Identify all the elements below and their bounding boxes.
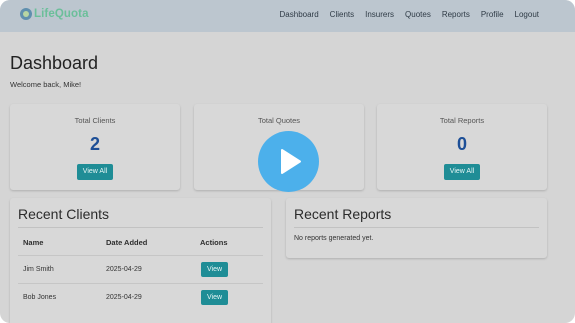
client-date: 2025-04-29 [106,266,142,273]
nav-reports[interactable]: Reports [442,10,470,19]
brand-name: LifeQuota [34,8,89,20]
stat-card-reports: Total Reports 0 View All [377,104,547,190]
brand-logo[interactable]: LifeQuota [20,8,89,20]
logo-icon [20,8,32,20]
nav-logout[interactable]: Logout [515,10,539,19]
nav-quotes[interactable]: Quotes [405,10,431,19]
panel-title: Recent Reports [294,206,392,222]
nav-profile[interactable]: Profile [481,10,504,19]
play-icon [281,149,301,174]
nav-clients[interactable]: Clients [330,10,354,19]
column-header-actions: Actions [200,238,228,247]
top-navbar: LifeQuota Dashboard Clients Insurers Quo… [0,0,575,32]
column-header-name: Name [23,238,44,247]
view-client-button[interactable]: View [201,290,228,305]
page-title: Dashboard [10,53,99,73]
recent-clients-panel: Recent Clients Name Date Added Actions J… [10,198,271,323]
client-date: 2025-04-29 [106,294,142,301]
client-name: Jim Smith [23,266,54,273]
stat-label: Total Quotes [257,116,301,125]
stat-label: Total Reports [439,116,485,125]
nav-insurers[interactable]: Insurers [365,10,394,19]
stat-value: 0 [456,134,467,154]
stat-value: 2 [89,134,100,154]
table-row: Bob Jones 2025-04-29 View [18,283,263,311]
stat-card-clients: Total Clients 2 View All [10,104,180,190]
app-window: LifeQuota Dashboard Clients Insurers Quo… [0,0,575,323]
view-client-button[interactable]: View [201,262,228,277]
client-name: Bob Jones [23,294,57,301]
view-all-clients-button[interactable]: View All [77,164,113,180]
nav-dashboard[interactable]: Dashboard [280,10,319,19]
view-all-reports-button[interactable]: View All [444,164,480,180]
nav-links: Dashboard Clients Insurers Quotes Report… [280,10,539,19]
divider [294,227,539,228]
divider [18,227,263,228]
table-row: Jim Smith 2025-04-29 View [18,255,263,283]
stat-label: Total Clients [74,116,116,125]
recent-reports-panel: Recent Reports No reports generated yet. [286,198,547,258]
welcome-message: Welcome back, Mike! [10,80,82,89]
play-button[interactable] [258,131,319,192]
empty-reports-message: No reports generated yet. [294,235,374,242]
column-header-date: Date Added [106,238,148,247]
panel-title: Recent Clients [18,206,110,222]
